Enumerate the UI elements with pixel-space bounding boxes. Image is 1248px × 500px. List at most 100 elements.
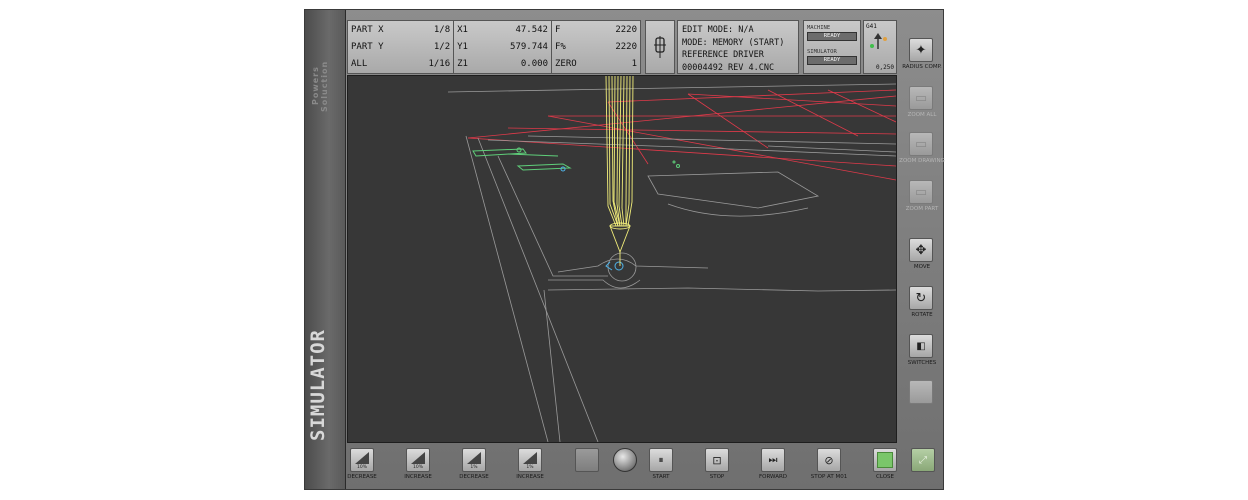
move-button[interactable]: ✥	[909, 238, 933, 262]
coord-row: PART Y 1/2 Y1 579.744 F% 2220	[348, 38, 640, 56]
param-label: F%	[550, 38, 597, 56]
decrease-10-pct: 10%	[356, 465, 367, 470]
start-icon: ⏸	[658, 454, 664, 466]
axis-label: Y1	[453, 38, 482, 56]
simulator-label: SIMULATOR	[807, 49, 837, 55]
axis-value: 0.000	[520, 59, 548, 70]
blank-button[interactable]	[909, 380, 933, 404]
axis-value: 579.744	[510, 41, 548, 52]
decrease-10-label: DECREASE	[347, 474, 377, 480]
rotate-label: ROTATE	[911, 312, 933, 318]
forward-label: FORWARD	[758, 474, 788, 480]
coord-count: 1/16	[428, 59, 451, 70]
move-icon: ✥	[915, 242, 927, 258]
close-button[interactable]	[873, 448, 897, 472]
mode-text: MODE: MEMORY (START)	[682, 37, 785, 48]
close-label: CLOSE	[875, 474, 894, 480]
param-value: 2220	[615, 24, 637, 35]
param-value: 1	[631, 59, 637, 70]
coord-count: 1/2	[433, 41, 451, 52]
red-grid	[467, 89, 896, 181]
simulator-window: Powers Soluction SIMULATOR PART X 1/8 X1…	[304, 9, 945, 490]
zoom-part-button[interactable]: ▭	[909, 180, 933, 204]
compensation-arrow-icon	[870, 33, 887, 49]
start-label: START	[652, 474, 670, 480]
coord-row: PART X 1/8 X1 47.542 F 2220	[348, 21, 640, 39]
increase-1-label: INCREASE	[516, 474, 544, 480]
zoom-drawing-button[interactable]: ▭	[909, 132, 933, 156]
toolpath-canvas	[447, 76, 896, 442]
increase-10-button[interactable]: 10%	[406, 448, 430, 472]
simulator-status-badge: READY	[807, 56, 857, 65]
ramp-up-icon	[411, 452, 425, 464]
program-name: 00004492 REV 4.CNC	[682, 62, 775, 73]
param-value: 2220	[615, 41, 637, 52]
move-label: MOVE	[913, 264, 931, 270]
side-tab: Powers Soluction SIMULATOR	[305, 10, 346, 489]
start-button[interactable]: ⏸	[649, 448, 673, 472]
radius-comp-label: RADIUS COMP.	[902, 64, 942, 70]
radius-comp-button[interactable]: ✦	[909, 38, 933, 62]
forward-button[interactable]: ⏭	[761, 448, 785, 472]
decrease-1-pct: 1%	[470, 465, 478, 470]
switches-icon: ◧	[916, 340, 926, 352]
coord-label: ALL	[351, 59, 368, 70]
coord-row: ALL 1/16 Z1 0.000 ZERO 1	[348, 55, 640, 73]
increase-1-pct: 1%	[526, 465, 534, 470]
coord-label: PART X	[351, 24, 384, 35]
stop-at-m01-button[interactable]: ⊘	[817, 448, 841, 472]
zoom-drawing-icon: ▭	[914, 136, 928, 152]
axis-value: 47.542	[515, 24, 548, 35]
increase-1-button[interactable]: 1%	[518, 448, 542, 472]
simulation-viewport[interactable]	[347, 75, 897, 443]
app-title: SIMULATOR	[307, 329, 329, 441]
increase-10-label: INCREASE	[404, 474, 432, 480]
ramp-down-icon	[355, 452, 369, 464]
blue-contours	[560, 166, 624, 271]
rotate-icon: ↻	[915, 290, 927, 306]
param-label: F	[550, 21, 597, 39]
status-display: MACHINE READY SIMULATOR READY	[803, 20, 861, 74]
cutter-head-icon	[654, 36, 666, 58]
blank-panel-button[interactable]	[575, 448, 599, 472]
switches-button[interactable]: ◧	[909, 334, 933, 358]
axis-label: X1	[453, 21, 482, 39]
decrease-10-button[interactable]: 10%	[350, 448, 374, 472]
tool-icon	[645, 20, 675, 74]
mode-display: EDIT MODE: N/A MODE: MEMORY (START) REFE…	[677, 20, 799, 74]
stop-at-m01-label: STOP AT M01	[810, 474, 848, 480]
part-outlines	[447, 83, 896, 442]
maximize-button[interactable]: ⤢	[911, 448, 935, 472]
stop-icon: ⊡	[712, 453, 722, 467]
decrease-1-label: DECREASE	[459, 474, 489, 480]
stop-label: STOP	[709, 474, 725, 480]
zoom-drawing-label: ZOOM DRAWING	[899, 158, 945, 164]
zoom-part-label: ZOOM PART	[905, 206, 939, 212]
radius-comp-icon: ✦	[915, 42, 927, 58]
zoom-all-button[interactable]: ▭	[909, 86, 933, 110]
driver-text: REFERENCE DRIVER	[682, 50, 764, 60]
header-panel: PART X 1/8 X1 47.542 F 2220 PART Y 1/2 Y…	[345, 18, 897, 76]
switches-label: SWITCHES	[907, 360, 937, 366]
increase-10-pct: 10%	[412, 465, 423, 470]
coordinates-display: PART X 1/8 X1 47.542 F 2220 PART Y 1/2 Y…	[347, 20, 641, 74]
coord-label: PART Y	[351, 41, 384, 52]
stop-at-m01-icon: ⊘	[824, 453, 834, 467]
green-contours	[472, 147, 680, 171]
zoom-all-label: ZOOM ALL	[907, 112, 937, 118]
ramp-down-icon	[467, 452, 481, 464]
forward-icon: ⏭	[768, 454, 778, 466]
compensation-value: 0,250	[875, 64, 894, 71]
fullscreen-icon: ⤢	[919, 454, 927, 466]
decrease-1-button[interactable]: 1%	[462, 448, 486, 472]
right-toolbar: ✦ RADIUS COMP. ▭ ZOOM ALL ▭ ZOOM DRAWING…	[899, 36, 945, 416]
coord-count: 1/8	[433, 24, 451, 35]
rotate-button[interactable]: ↻	[909, 286, 933, 310]
jog-knob[interactable]	[613, 448, 637, 472]
edit-mode-text: EDIT MODE: N/A	[682, 25, 754, 35]
close-icon	[877, 452, 893, 468]
compensation-code: G41	[866, 23, 877, 30]
brand-logo: Powers Soluction	[311, 60, 329, 112]
stop-button[interactable]: ⊡	[705, 448, 729, 472]
machine-label: MACHINE	[807, 25, 831, 31]
